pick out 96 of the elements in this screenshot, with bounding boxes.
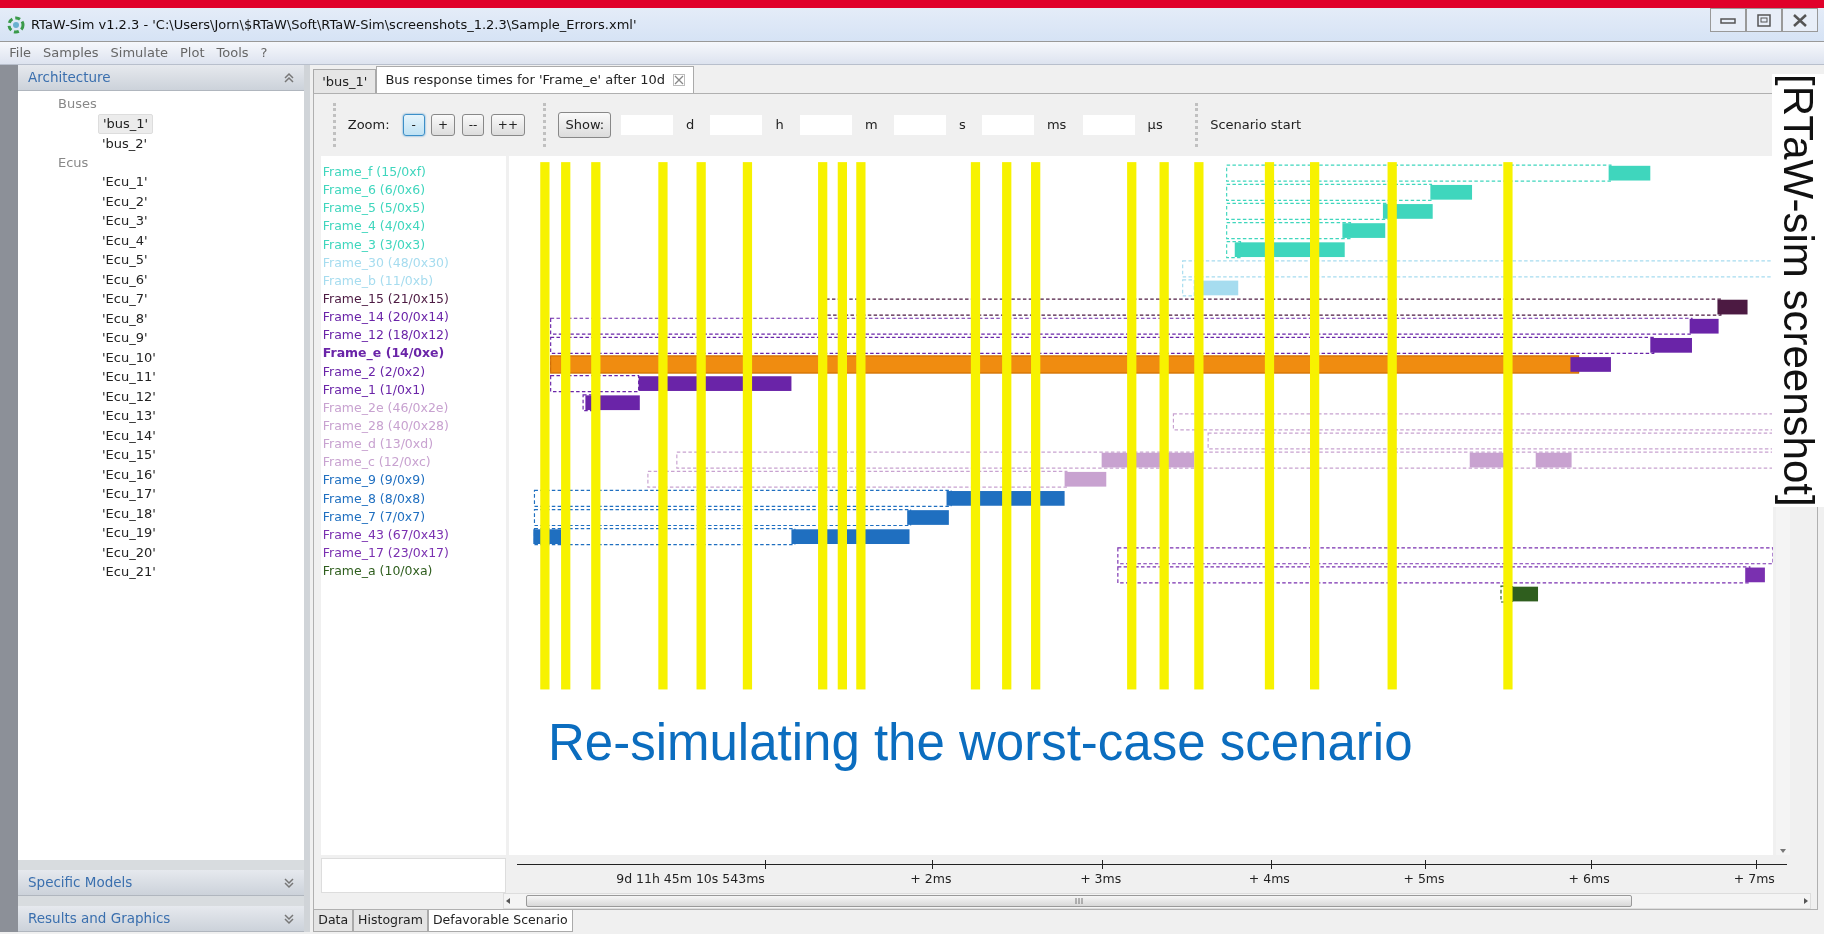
frame-label[interactable]: Frame_43 (67/0x43) — [322, 526, 449, 542]
grip-icon — [1075, 897, 1084, 905]
menu-item[interactable]: Tools — [210, 43, 255, 63]
tree-group[interactable]: Ecus — [18, 153, 304, 173]
tick-label: + 4ms — [1248, 870, 1290, 889]
tick-label: + 3ms — [1080, 870, 1122, 889]
frame-label[interactable]: Frame_e (14/0xe) — [322, 345, 445, 361]
tree-item[interactable]: 'Ecu_16' — [98, 464, 160, 485]
tree-group[interactable]: Buses — [18, 94, 304, 114]
section-header[interactable]: Architecture — [18, 65, 304, 91]
unit-label: ms — [1046, 116, 1067, 135]
tree-item[interactable]: 'Ecu_4' — [98, 230, 152, 251]
bottom-tab[interactable]: Defavorable Scenario — [427, 910, 573, 932]
tree-item[interactable]: 'Ecu_2' — [98, 191, 152, 212]
scroll-left-icon[interactable] — [504, 897, 513, 905]
axis-tick — [764, 860, 766, 870]
frame-label[interactable]: Frame_17 (23/0x17) — [322, 544, 449, 560]
close-button[interactable] — [1781, 8, 1818, 32]
zoom-button[interactable]: + — [431, 114, 456, 136]
tree-item[interactable]: 'Ecu_6' — [98, 269, 152, 290]
axis-tick — [1425, 860, 1427, 870]
frame-label[interactable]: Frame_14 (20/0x14) — [322, 309, 449, 325]
menu-item[interactable]: Simulate — [104, 43, 174, 63]
tree-item[interactable]: 'Ecu_3' — [98, 211, 152, 231]
tree-item[interactable]: 'Ecu_21' — [98, 562, 160, 582]
tree-item[interactable]: 'bus_2' — [98, 133, 152, 153]
zoom-button[interactable]: - — [402, 114, 425, 136]
section-title: Results and Graphics — [28, 909, 171, 929]
tree-item[interactable]: 'Ecu_8' — [98, 308, 152, 329]
tick-label: + 5ms — [1403, 870, 1445, 889]
tree-item[interactable]: 'Ecu_1' — [98, 172, 152, 192]
frame-label[interactable]: Frame_1 (1/0x1) — [322, 381, 426, 397]
tree-item[interactable]: 'Ecu_17' — [98, 484, 160, 504]
unit-label: µs — [1147, 116, 1163, 135]
zoom-label: Zoom: — [347, 116, 390, 135]
maximize-button[interactable] — [1745, 8, 1782, 32]
tree-item[interactable]: 'Ecu_19' — [98, 523, 160, 543]
frame-label[interactable]: Frame_7 (7/0x7) — [322, 508, 426, 524]
section-header[interactable]: Results and Graphics — [18, 906, 304, 932]
tree-item[interactable]: 'Ecu_10' — [98, 347, 160, 368]
menu-item[interactable]: File — [3, 43, 37, 63]
side-label: [RTaW-sim screenshot] — [1772, 74, 1824, 507]
horizontal-scrollbar[interactable] — [503, 893, 1811, 909]
tab[interactable]: 'bus_1' — [313, 69, 377, 93]
tab[interactable]: Bus response times for 'Frame_e' after 10d — [376, 66, 694, 93]
zoom-button[interactable]: -- — [461, 114, 485, 136]
tree-item[interactable]: 'Ecu_13' — [98, 406, 160, 426]
bottom-tab[interactable]: Histogram — [353, 910, 428, 932]
frame-label[interactable]: Frame_a (10/0xa) — [322, 563, 433, 579]
tick-label: + 2ms — [910, 870, 952, 889]
axis-tick — [1755, 860, 1757, 870]
menu-item[interactable]: Plot — [174, 43, 211, 63]
tree-item[interactable]: 'Ecu_7' — [98, 289, 152, 309]
frame-label[interactable]: Frame_9 (9/0x9) — [322, 472, 426, 488]
tick-label: 9d 11h 45m 10s 543ms — [616, 870, 765, 889]
frame-label[interactable]: Frame_2 (2/0x2) — [322, 363, 426, 379]
frame-label[interactable]: Frame_8 (8/0x8) — [322, 490, 426, 506]
tree-item[interactable]: 'Ecu_9' — [98, 328, 152, 348]
tree-item[interactable]: 'Ecu_20' — [98, 542, 160, 563]
unit-label: d — [685, 116, 695, 135]
window-title: RTaW-Sim v1.2.3 - 'C:\Users\Jorn\$RTaW\Soft\RTaW-Sim\screenshots_1.2.3\Sample_Errors.xml' — [31, 15, 637, 34]
scroll-right-icon[interactable] — [1802, 897, 1810, 905]
tree-item[interactable]: 'bus_1' — [98, 113, 154, 134]
tree-item[interactable]: 'Ecu_5' — [98, 250, 152, 270]
tick-label: + 7ms — [1733, 870, 1775, 889]
tree-item[interactable]: 'Ecu_18' — [98, 503, 160, 524]
section-title: Architecture — [28, 68, 111, 88]
axis-tick — [1102, 860, 1104, 870]
frame-label[interactable]: Frame_15 (21/0x15) — [322, 291, 449, 306]
menu-item[interactable]: ? — [254, 43, 274, 63]
axis-tick — [1270, 860, 1272, 870]
show-button[interactable]: Show: — [558, 112, 612, 138]
scroll-thumb[interactable] — [526, 895, 1633, 907]
caption-text: Re-simulating the worst-case scenario — [548, 713, 1413, 773]
tree-item[interactable]: 'Ecu_12' — [98, 386, 160, 407]
unit-label: s — [958, 116, 966, 135]
section-header[interactable]: Specific Models — [18, 870, 304, 896]
tree-item[interactable]: 'Ecu_11' — [98, 367, 160, 387]
app-icon — [6, 15, 25, 34]
position-label: Scenario start — [1210, 116, 1302, 135]
tree-item[interactable]: 'Ecu_14' — [98, 425, 160, 446]
unit-label: m — [864, 116, 878, 135]
tree-item[interactable]: 'Ecu_15' — [98, 445, 160, 465]
minimize-button[interactable] — [1709, 8, 1746, 32]
scroll-down-icon[interactable] — [1779, 847, 1788, 855]
unit-label: h — [775, 116, 784, 135]
bottom-tab[interactable]: Data — [313, 910, 354, 932]
zoom-button[interactable]: ++ — [490, 114, 525, 136]
menu-item[interactable]: Samples — [37, 43, 105, 63]
frame-label[interactable]: Frame_12 (18/0x12) — [322, 327, 449, 343]
close-icon[interactable] — [672, 74, 685, 86]
axis-tick — [1590, 860, 1592, 870]
tick-label: + 6ms — [1568, 870, 1610, 889]
axis-tick — [932, 860, 934, 870]
section-title: Specific Models — [28, 873, 133, 893]
maximize-icon — [1754, 12, 1773, 28]
